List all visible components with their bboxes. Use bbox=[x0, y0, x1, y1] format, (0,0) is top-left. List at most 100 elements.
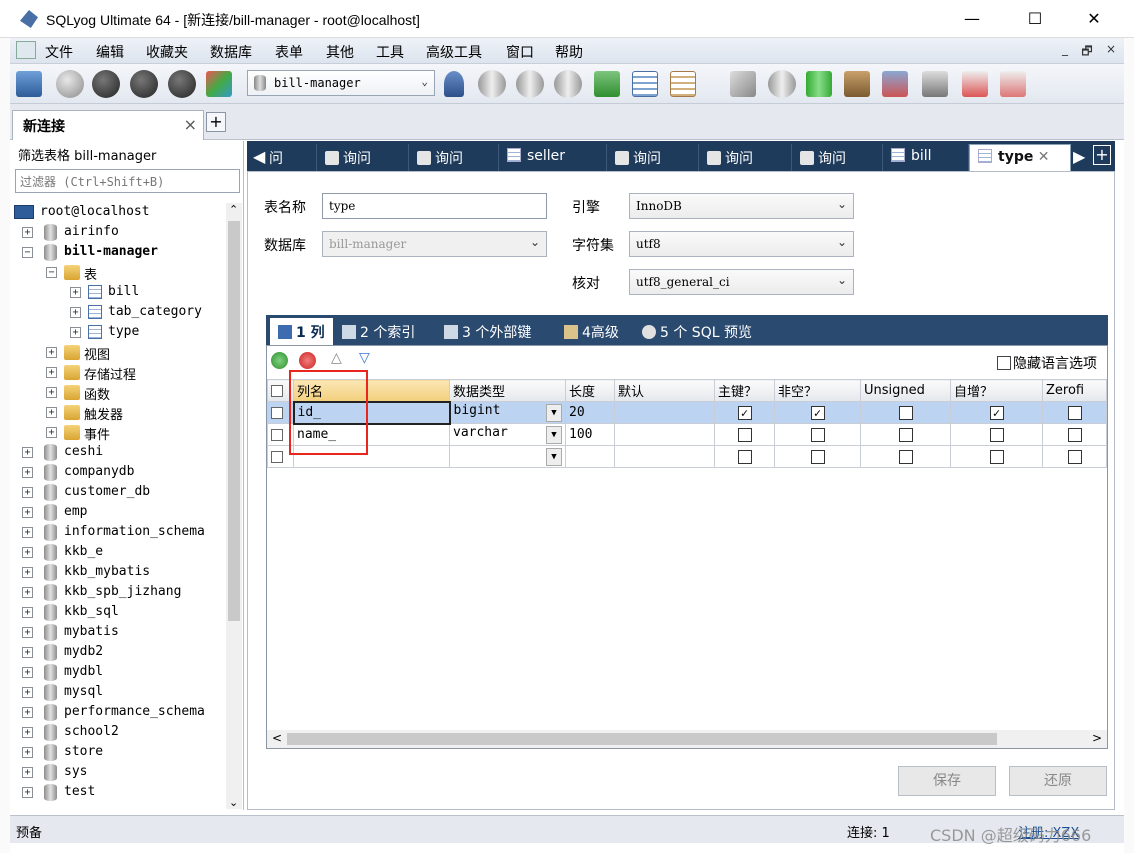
tree-scrollbar[interactable]: ⌃ ⌄ bbox=[226, 203, 242, 809]
expand-icon[interactable]: + bbox=[46, 347, 57, 358]
tree-node[interactable]: + 触发器 bbox=[10, 403, 224, 423]
database-select[interactable]: bill-manager ⌄ bbox=[247, 70, 435, 96]
query-tab[interactable]: bill bbox=[883, 144, 969, 171]
tree-node[interactable]: + school2 bbox=[10, 723, 224, 743]
scroll-up-icon[interactable]: ⌃ bbox=[229, 203, 238, 216]
save-button[interactable]: 保存 bbox=[898, 766, 996, 796]
tree-node[interactable]: + mybatis bbox=[10, 623, 224, 643]
tree-node[interactable]: root@localhost bbox=[10, 203, 224, 223]
delete-column-icon[interactable] bbox=[299, 352, 316, 369]
length-cell[interactable] bbox=[565, 445, 615, 468]
menu-table[interactable]: 表单 bbox=[275, 42, 303, 62]
tree-node[interactable]: + information_schema bbox=[10, 523, 224, 543]
revert-button[interactable]: 还原 bbox=[1009, 766, 1107, 796]
expand-icon[interactable]: + bbox=[22, 227, 33, 238]
expand-icon[interactable]: + bbox=[22, 587, 33, 598]
expand-icon[interactable]: + bbox=[22, 627, 33, 638]
tree-node[interactable]: + kkb_sql bbox=[10, 603, 224, 623]
scroll-right-icon[interactable]: > bbox=[1092, 731, 1102, 745]
expand-icon[interactable]: + bbox=[22, 487, 33, 498]
expand-icon[interactable]: + bbox=[22, 467, 33, 478]
autoinc-checkbox[interactable] bbox=[989, 427, 1004, 442]
tree-node[interactable]: + kkb_e bbox=[10, 543, 224, 563]
scroll-left-icon[interactable]: < bbox=[272, 731, 282, 745]
new-tab-button[interactable]: + bbox=[1093, 145, 1111, 165]
row-selector[interactable] bbox=[271, 428, 283, 441]
tree-node[interactable]: + emp bbox=[10, 503, 224, 523]
tab-foreign-keys[interactable]: 3 个外部键 bbox=[436, 318, 539, 345]
tab-advanced[interactable]: 4高级 bbox=[556, 318, 627, 345]
execute-query-icon[interactable] bbox=[92, 70, 120, 98]
tree-node[interactable]: + 事件 bbox=[10, 423, 224, 443]
chevron-down-icon[interactable]: ▼ bbox=[546, 448, 562, 466]
menu-database[interactable]: 数据库 bbox=[210, 42, 252, 62]
expand-icon[interactable]: + bbox=[22, 747, 33, 758]
pk-cell[interactable]: ✓ bbox=[714, 401, 775, 424]
notnull-checkbox[interactable] bbox=[810, 427, 825, 442]
zerofill-cell[interactable] bbox=[1042, 423, 1107, 446]
autoinc-checkbox[interactable] bbox=[989, 449, 1004, 464]
expand-icon[interactable]: + bbox=[22, 447, 33, 458]
query-tab[interactable]: 询问 bbox=[409, 144, 499, 171]
chevron-down-icon[interactable]: ▼ bbox=[546, 404, 562, 422]
import-icon[interactable] bbox=[594, 71, 620, 97]
collapse-icon[interactable]: − bbox=[46, 267, 57, 278]
create-database-icon[interactable] bbox=[478, 70, 506, 98]
menu-favorites[interactable]: 收藏夹 bbox=[146, 42, 188, 62]
connection-tab[interactable]: 新连接 × bbox=[12, 110, 204, 140]
default-cell[interactable] bbox=[614, 401, 715, 424]
checkbox[interactable] bbox=[997, 356, 1011, 370]
tab-sql-preview[interactable]: 5 个 SQL 预览 bbox=[634, 318, 760, 345]
execute-all-icon[interactable] bbox=[130, 70, 158, 98]
scroll-down-icon[interactable]: ⌄ bbox=[229, 796, 238, 809]
column-header[interactable]: Zerofi bbox=[1042, 379, 1107, 402]
engine-select[interactable]: InnoDB ⌄ bbox=[629, 193, 854, 219]
query-tab[interactable]: 询问 bbox=[607, 144, 699, 171]
mdi-minimize-button[interactable]: _ bbox=[1056, 42, 1074, 56]
chevron-down-icon[interactable]: ▼ bbox=[546, 426, 562, 444]
restore-database-icon[interactable] bbox=[554, 70, 582, 98]
query-builder-icon[interactable] bbox=[962, 71, 988, 97]
expand-icon[interactable]: + bbox=[22, 727, 33, 738]
tree-node[interactable]: + customer_db bbox=[10, 483, 224, 503]
query-tab[interactable]: type ✕ bbox=[969, 144, 1071, 171]
stop-query-icon[interactable] bbox=[168, 70, 196, 98]
default-cell[interactable] bbox=[614, 445, 715, 468]
zerofill-checkbox[interactable] bbox=[1067, 427, 1082, 442]
data-type-cell[interactable]: ▼ bbox=[449, 445, 566, 468]
column-header[interactable]: 主键？ bbox=[714, 379, 775, 402]
maximize-button[interactable]: ☐ bbox=[1013, 6, 1057, 32]
table-row[interactable]: ▼ bbox=[267, 445, 1107, 468]
query-tab[interactable]: 询问 bbox=[317, 144, 409, 171]
menu-other[interactable]: 其他 bbox=[326, 42, 354, 62]
row-selector[interactable] bbox=[271, 450, 283, 463]
menu-tools[interactable]: 工具 bbox=[376, 42, 404, 62]
expand-icon[interactable]: + bbox=[22, 667, 33, 678]
tree-node[interactable]: + bill bbox=[10, 283, 224, 303]
menu-help[interactable]: 帮助 bbox=[555, 42, 583, 62]
menu-window[interactable]: 窗口 bbox=[506, 42, 534, 62]
zerofill-checkbox[interactable] bbox=[1067, 449, 1082, 464]
query-tab[interactable]: seller bbox=[499, 144, 607, 171]
scrollbar-thumb[interactable] bbox=[228, 221, 240, 621]
mdi-close-button[interactable]: × bbox=[1102, 42, 1120, 56]
zerofill-checkbox[interactable] bbox=[1067, 405, 1082, 420]
table-row[interactable]: name_ ▼ varchar 100 bbox=[267, 423, 1107, 446]
notnull-checkbox[interactable]: ✓ bbox=[810, 405, 825, 420]
close-button[interactable]: ✕ bbox=[1072, 6, 1116, 32]
tree-node[interactable]: + 函数 bbox=[10, 383, 224, 403]
compare-schema-icon[interactable] bbox=[806, 71, 832, 97]
expand-icon[interactable]: + bbox=[70, 287, 81, 298]
migration-icon[interactable] bbox=[844, 71, 870, 97]
tree-node[interactable]: + sys bbox=[10, 763, 224, 783]
notnull-cell[interactable]: ✓ bbox=[774, 401, 861, 424]
expand-icon[interactable]: + bbox=[22, 687, 33, 698]
length-cell[interactable]: 20 bbox=[565, 401, 615, 424]
expand-icon[interactable]: + bbox=[46, 407, 57, 418]
refresh-object-browser-icon[interactable] bbox=[206, 71, 232, 97]
query-tab[interactable]: 询问 bbox=[699, 144, 792, 171]
tree-node[interactable]: + companydb bbox=[10, 463, 224, 483]
notnull-cell[interactable] bbox=[774, 445, 861, 468]
menu-file[interactable]: 文件 bbox=[45, 42, 73, 62]
tree-node[interactable]: + type bbox=[10, 323, 224, 343]
